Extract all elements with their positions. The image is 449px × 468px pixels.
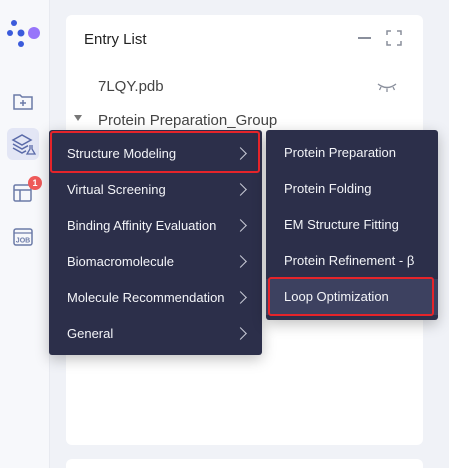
entry-group-protein-preparation[interactable]: Protein Preparation_Group: [98, 112, 277, 129]
menu-item-label: Biomacromolecule: [67, 254, 174, 269]
menu-item-label: Molecule Recommendation: [67, 290, 225, 305]
submenu-item-label: Protein Preparation: [284, 145, 397, 160]
entry-item-7lqy[interactable]: 7LQY.pdb: [98, 78, 164, 95]
submenu-item-protein-folding[interactable]: Protein Folding: [266, 171, 438, 207]
menu-item-binding-affinity-evaluation[interactable]: Binding Affinity Evaluation: [49, 208, 262, 244]
left-rail: 1 JOB: [0, 0, 50, 468]
eye-closed-icon[interactable]: [377, 81, 397, 93]
folder-add-icon[interactable]: [12, 90, 34, 112]
notification-badge: 1: [28, 176, 42, 190]
fullscreen-icon[interactable]: [386, 30, 402, 46]
minimize-icon[interactable]: [358, 37, 371, 39]
menu-item-virtual-screening[interactable]: Virtual Screening: [49, 172, 262, 208]
menu-item-label: General: [67, 326, 114, 341]
chevron-right-icon: [234, 183, 247, 196]
highlight-loop-optimization: [268, 277, 434, 316]
submenu-item-label: Protein Refinement - β: [284, 253, 415, 268]
job-icon[interactable]: JOB: [12, 226, 34, 248]
chevron-right-icon: [234, 327, 247, 340]
submenu-item-protein-preparation[interactable]: Protein Preparation: [266, 135, 438, 171]
logo-icon[interactable]: [6, 18, 44, 48]
chevron-right-icon: [234, 219, 247, 232]
submenu-item-protein-refinement[interactable]: Protein Refinement - β: [266, 243, 438, 279]
menu-item-label: Virtual Screening: [67, 182, 166, 197]
layers-flask-icon[interactable]: [7, 128, 39, 160]
menu-item-molecule-recommendation[interactable]: Molecule Recommendation: [49, 280, 262, 316]
menu-item-label: Binding Affinity Evaluation: [67, 218, 217, 233]
submenu-item-em-structure-fitting[interactable]: EM Structure Fitting: [266, 207, 438, 243]
menu-item-biomacromolecule[interactable]: Biomacromolecule: [49, 244, 262, 280]
chevron-right-icon: [234, 255, 247, 268]
highlight-structure-modeling: [50, 131, 260, 173]
secondary-panel: [66, 459, 423, 468]
panel-title: Entry List: [84, 31, 147, 48]
caret-down-icon[interactable]: [74, 115, 82, 121]
submenu-item-label: Protein Folding: [284, 181, 372, 196]
submenu-item-label: EM Structure Fitting: [284, 217, 399, 232]
chevron-right-icon: [234, 291, 247, 304]
menu-item-general[interactable]: General: [49, 316, 262, 352]
job-icon-label: JOB: [16, 238, 30, 245]
